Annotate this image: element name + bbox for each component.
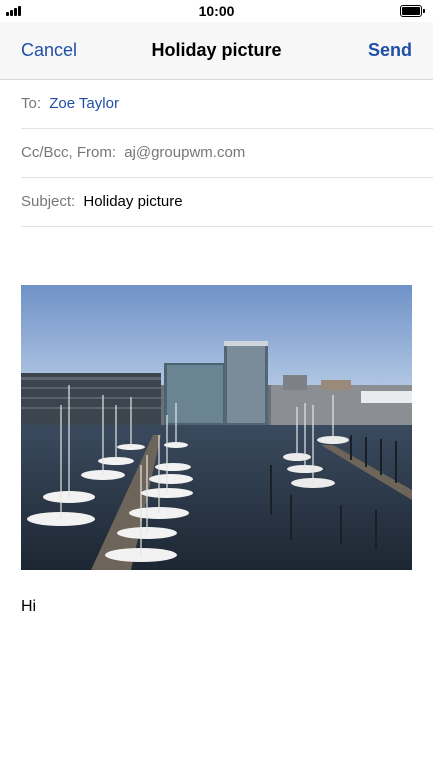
status-bar: 10:00: [0, 0, 433, 22]
subject-field[interactable]: Subject: Holiday picture: [21, 178, 433, 227]
attached-photo[interactable]: [21, 285, 412, 570]
nav-bar: Cancel Holiday picture Send: [0, 22, 433, 80]
battery-icon: [400, 5, 425, 17]
subject-input[interactable]: Holiday picture: [83, 193, 182, 210]
from-address[interactable]: aj@groupwm.com: [124, 144, 245, 161]
send-button[interactable]: Send: [368, 40, 412, 61]
cc-bcc-from-field[interactable]: Cc/Bcc, From: aj@groupwm.com: [21, 129, 433, 178]
harbor-photo: [21, 285, 412, 570]
to-label: To:: [21, 95, 42, 112]
cc-bcc-from-label: Cc/Bcc, From:: [21, 144, 117, 161]
to-field[interactable]: To: Zoe Taylor: [21, 80, 433, 129]
cancel-button[interactable]: Cancel: [21, 40, 77, 61]
subject-label: Subject:: [21, 193, 76, 210]
recipient-chip[interactable]: Zoe Taylor: [49, 95, 119, 112]
message-body[interactable]: Hi: [21, 598, 36, 616]
status-time: 10:00: [198, 3, 235, 19]
